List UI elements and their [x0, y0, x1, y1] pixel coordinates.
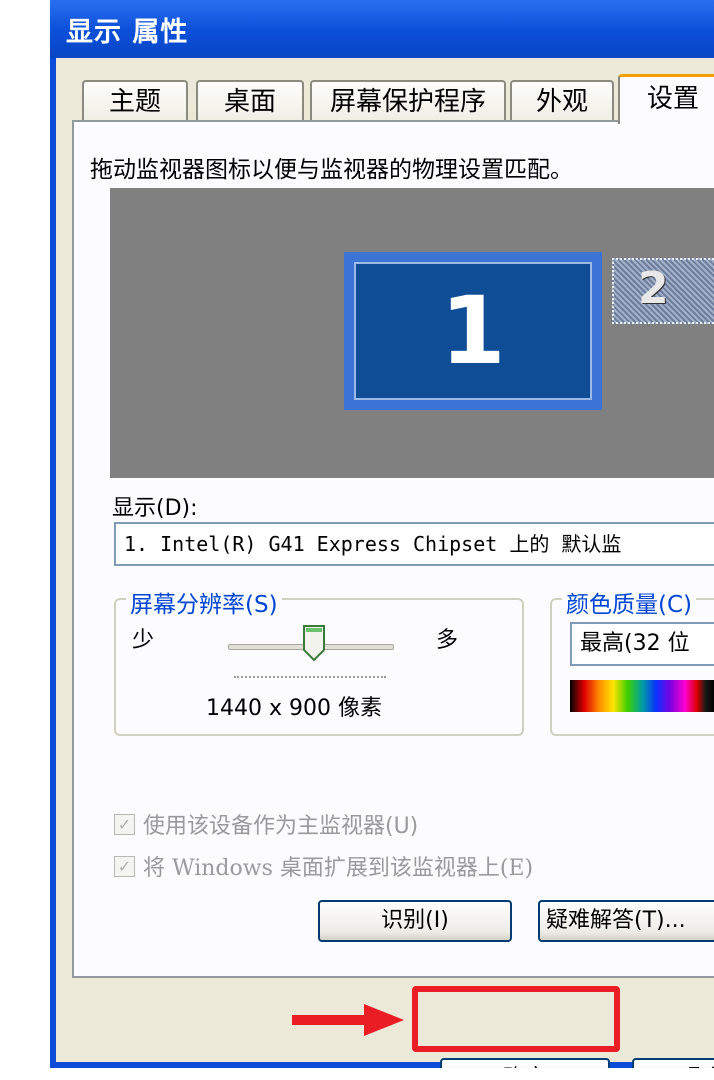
resolution-slider-ticks [234, 676, 386, 678]
color-quality-dropdown[interactable]: 最高(32 位 [570, 622, 714, 666]
drag-instruction: 拖动监视器图标以便与监视器的物理设置匹配。 [90, 157, 573, 183]
window-title: 显示 属性 [66, 17, 189, 48]
tab-settings[interactable]: 设置 [618, 74, 714, 124]
primary-monitor-checkbox[interactable]: ✓ 使用该设备作为主监视器(U) [114, 808, 418, 840]
extend-desktop-checkmark-icon: ✓ [114, 855, 135, 877]
monitor-arrangement-area[interactable]: 1 2 [110, 188, 714, 478]
display-properties-window: 显示 属性 主题 桌面 屏幕保护程序 外观 设置 拖动监视器图标以便与监视器的物… [50, 0, 714, 1068]
display-label: 显示(D): [112, 496, 198, 521]
color-quality-legend: 颜色质量(C) [562, 585, 697, 619]
identify-button[interactable]: 识别(I) [318, 900, 512, 942]
primary-monitor-checkmark-icon: ✓ [114, 813, 135, 835]
tab-appearance[interactable]: 外观 [510, 80, 614, 120]
red-arrow-icon [292, 1004, 404, 1036]
display-dropdown[interactable]: 1. Intel(R) G41 Express Chipset 上的 默认监 [114, 522, 714, 566]
resolution-more-label: 多 [436, 628, 459, 653]
cancel-button[interactable]: 取消 [632, 1058, 714, 1068]
dialog-client: 主题 桌面 屏幕保护程序 外观 设置 拖动监视器图标以便与监视器的物理设置匹配。… [56, 58, 714, 1068]
tab-desktop[interactable]: 桌面 [196, 80, 304, 120]
tab-themes[interactable]: 主题 [82, 80, 188, 120]
resolution-value: 1440 x 900 像素 [206, 696, 382, 721]
extend-desktop-checkbox[interactable]: ✓ 将 Windows 桌面扩展到该监视器上(E) [114, 850, 533, 882]
primary-monitor-label: 使用该设备作为主监视器(U) [143, 814, 419, 839]
ok-button-highlight [412, 986, 620, 1052]
title-bar[interactable]: 显示 属性 [50, 0, 714, 58]
monitor-1-icon[interactable]: 1 [344, 252, 602, 410]
resolution-less-label: 少 [132, 628, 155, 653]
resolution-slider-thumb[interactable] [302, 624, 326, 662]
resolution-legend: 屏幕分辨率(S) [126, 585, 282, 619]
tab-screensaver[interactable]: 屏幕保护程序 [310, 80, 506, 120]
monitor-2-icon[interactable]: 2 [612, 258, 714, 324]
color-spectrum-preview [570, 680, 714, 712]
troubleshoot-button[interactable]: 疑难解答(T)... [538, 900, 714, 942]
extend-desktop-label: 将 Windows 桌面扩展到该监视器上(E) [143, 856, 534, 881]
ok-button[interactable]: 确定 [440, 1058, 610, 1068]
monitor-1-number: 1 [354, 262, 592, 400]
